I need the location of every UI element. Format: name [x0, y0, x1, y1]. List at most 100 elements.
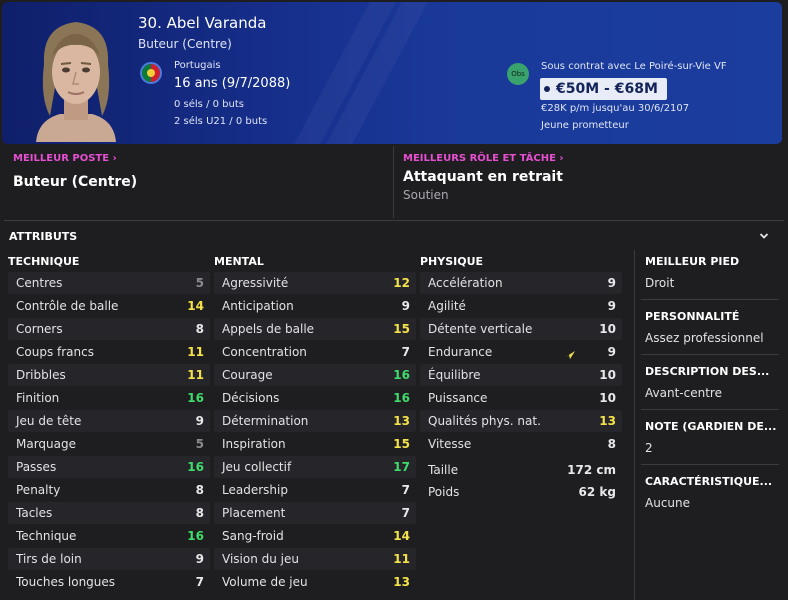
attribute-row[interactable]: Coups francs 11: [8, 341, 210, 363]
attribute-label: Placement: [222, 506, 286, 520]
attribute-row[interactable]: Vitesse 8: [420, 433, 622, 455]
attribute-row[interactable]: Accélération 9: [420, 272, 622, 294]
attribute-row[interactable]: Corners 8: [8, 318, 210, 340]
attribute-value: 11: [187, 368, 204, 382]
attribute-value: 11: [393, 552, 410, 566]
best-role-link[interactable]: MEILLEURS RÔLE ET TÂCHE ›: [403, 153, 564, 164]
attribute-row[interactable]: Puissance 10: [420, 387, 622, 409]
attribute-row[interactable]: Penalty 8: [8, 479, 210, 501]
attribute-row[interactable]: Leadership 7: [214, 479, 416, 501]
attribute-value: 5: [195, 437, 204, 451]
attribute-value: 16: [187, 460, 204, 474]
height-row: Taille 172 cm: [420, 459, 622, 481]
attribute-row[interactable]: Appels de balle 15: [214, 318, 416, 340]
attribute-label: Sang-froid: [222, 529, 284, 543]
attribute-row[interactable]: Décisions 16: [214, 387, 416, 409]
attribute-label: Appels de balle: [222, 322, 315, 336]
attribute-label: Corners: [16, 322, 63, 336]
attribute-value: 9: [607, 345, 616, 359]
contract-club[interactable]: Sous contrat avec Le Poiré-sur-Vie VF: [541, 61, 727, 72]
attribute-row[interactable]: Équilibre 10: [420, 364, 622, 386]
traits-value: Aucune: [645, 496, 691, 510]
portugal-flag-icon[interactable]: [140, 62, 162, 84]
attribute-value: 7: [195, 575, 204, 589]
best-position-link[interactable]: MEILLEUR POSTE ›: [13, 153, 117, 164]
attribute-label: Vitesse: [428, 437, 472, 451]
attribute-value: 9: [607, 299, 616, 313]
attribute-value: 12: [393, 276, 410, 290]
player-name: 30. Abel Varanda: [138, 14, 267, 32]
chevron-right-icon: ›: [112, 153, 117, 164]
attribute-row[interactable]: Détermination 13: [214, 410, 416, 432]
attribute-value: 7: [401, 506, 410, 520]
traits-label: CARACTÉRISTIQUE...: [645, 475, 773, 488]
height-value: 172 cm: [567, 463, 616, 477]
attribute-label: Concentration: [222, 345, 307, 359]
attribute-row[interactable]: Vision du jeu 11: [214, 548, 416, 570]
attribute-row[interactable]: Marquage 5: [8, 433, 210, 455]
player-value-badge[interactable]: €50M - €68M: [540, 78, 667, 100]
player-profile-page: 30. Abel Varanda Buteur (Centre) Portuga…: [0, 0, 788, 600]
attribute-row[interactable]: Placement 7: [214, 502, 416, 524]
attribute-row[interactable]: Jeu collectif 17: [214, 456, 416, 478]
attribute-value: 13: [393, 414, 410, 428]
attribute-label: Jeu collectif: [222, 460, 292, 474]
senior-caps: 0 séls / 0 buts: [174, 99, 244, 110]
attribute-row[interactable]: Contrôle de balle 14: [8, 295, 210, 317]
attribute-value: 16: [393, 391, 410, 405]
player-age: 16 ans (9/7/2088): [174, 76, 291, 91]
attribute-row[interactable]: Agilité 9: [420, 295, 622, 317]
attribute-row[interactable]: Dribbles 11: [8, 364, 210, 386]
gk-rating-value: 2: [645, 441, 653, 455]
attribute-row[interactable]: Agressivité 12: [214, 272, 416, 294]
chevron-down-icon[interactable]: [759, 231, 769, 241]
attribute-label: Finition: [16, 391, 60, 405]
attribute-row[interactable]: Qualités phys. nat. 13: [420, 410, 622, 432]
attribute-label: Centres: [16, 276, 63, 290]
attribute-value: 8: [195, 483, 204, 497]
personality-box: PERSONNALITÉ Assez professionnel: [645, 310, 780, 345]
attribute-row[interactable]: Jeu de tête 9: [8, 410, 210, 432]
attribute-label: Penalty: [16, 483, 61, 497]
chevron-right-icon: ›: [559, 153, 564, 164]
best-foot-box: MEILLEUR PIED Droit: [645, 255, 780, 290]
player-nationality[interactable]: Portugais: [174, 60, 221, 71]
attribute-row[interactable]: Tirs de loin 9: [8, 548, 210, 570]
best-role-value: Attaquant en retrait: [403, 169, 563, 185]
attribute-row[interactable]: Technique 16: [8, 525, 210, 547]
best-foot-label: MEILLEUR PIED: [645, 255, 740, 268]
attribute-label: Contrôle de balle: [16, 299, 119, 313]
attribute-label: Passes: [16, 460, 57, 474]
attribute-value: 13: [599, 414, 616, 428]
attribute-label: Agilité: [428, 299, 466, 313]
attribute-row[interactable]: Endurance 9: [420, 341, 622, 363]
attribute-row[interactable]: Courage 16: [214, 364, 416, 386]
attribute-value: 16: [393, 368, 410, 382]
contract-wage: €28K p/m jusqu'au 30/6/2107: [541, 103, 690, 114]
description-box: DESCRIPTION DES... Avant-centre: [645, 365, 780, 400]
obs-badge-icon[interactable]: Obs: [507, 63, 529, 85]
attribute-row[interactable]: Volume de jeu 13: [214, 571, 416, 593]
attribute-row[interactable]: Concentration 7: [214, 341, 416, 363]
attribute-label: Équilibre: [428, 368, 481, 382]
attribute-row[interactable]: Touches longues 7: [8, 571, 210, 593]
attribute-row[interactable]: Détente verticale 10: [420, 318, 622, 340]
attribute-value: 10: [599, 322, 616, 336]
attribute-value: 8: [607, 437, 616, 451]
traits-box: CARACTÉRISTIQUE... Aucune: [645, 475, 780, 510]
attribute-row[interactable]: Finition 16: [8, 387, 210, 409]
attribute-label: Qualités phys. nat.: [428, 414, 541, 428]
attribute-value: 17: [393, 460, 410, 474]
attribute-value: 14: [393, 529, 410, 543]
attribute-row[interactable]: Tacles 8: [8, 502, 210, 524]
attribute-label: Agressivité: [222, 276, 289, 290]
attribute-row[interactable]: Passes 16: [8, 456, 210, 478]
attribute-row[interactable]: Inspiration 15: [214, 433, 416, 455]
personality-value: Assez professionnel: [645, 331, 764, 345]
attribute-row[interactable]: Sang-froid 14: [214, 525, 416, 547]
attribute-row[interactable]: Anticipation 9: [214, 295, 416, 317]
attribute-label: Tacles: [16, 506, 53, 520]
attribute-label: Anticipation: [222, 299, 294, 313]
attribute-row[interactable]: Centres 5: [8, 272, 210, 294]
attribute-label: Technique: [16, 529, 77, 543]
